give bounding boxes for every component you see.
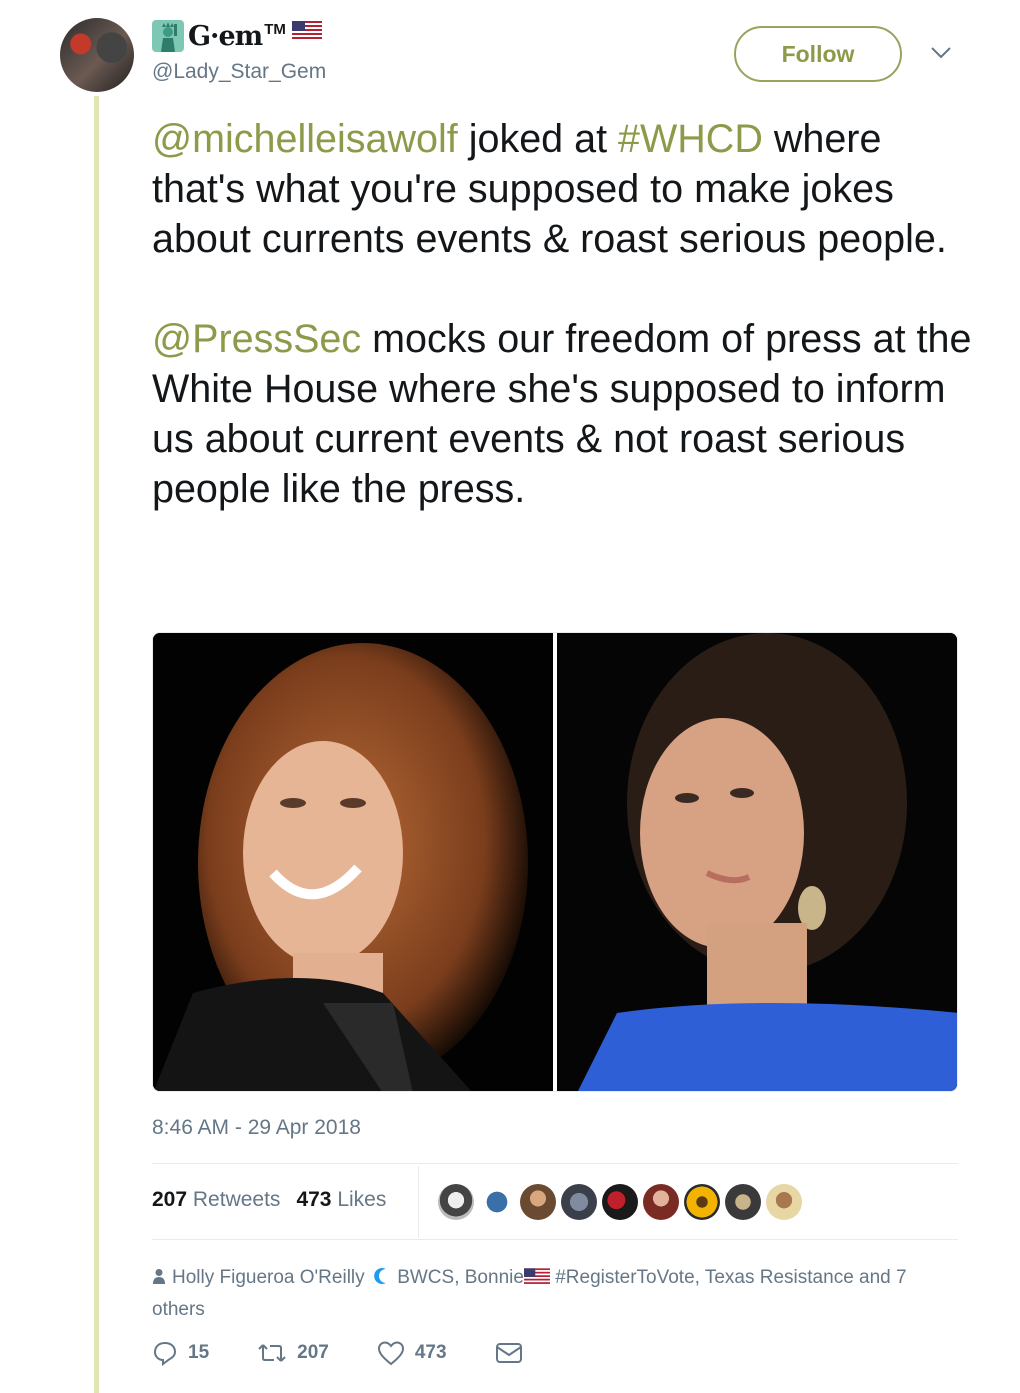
direct-message-button[interactable] xyxy=(495,1342,523,1364)
chevron-down-icon[interactable] xyxy=(930,46,952,60)
tweet-text: @michelleisawolf joked at #WHCD where th… xyxy=(152,114,972,514)
tweet-timestamp[interactable]: 8:46 AM - 29 Apr 2018 xyxy=(152,1116,361,1140)
retweet-icon xyxy=(258,1344,286,1362)
likes-count: 473 xyxy=(296,1188,332,1211)
statue-of-liberty-icon xyxy=(152,20,184,52)
retweets-count: 207 xyxy=(152,1188,188,1211)
reply-button[interactable]: 15 xyxy=(152,1340,209,1366)
retweet-button[interactable]: 207 xyxy=(257,1341,329,1365)
likes-stat[interactable]: 473 Likes xyxy=(296,1188,386,1212)
liker-avatar[interactable] xyxy=(438,1184,474,1220)
tweet-paragraph-1: @michelleisawolf joked at #WHCD where th… xyxy=(152,114,972,264)
liker-avatar[interactable] xyxy=(479,1184,515,1220)
media-grid xyxy=(152,632,958,1092)
liker-avatar[interactable] xyxy=(766,1184,802,1220)
photo-right[interactable] xyxy=(557,633,957,1091)
display-name: G·em xyxy=(188,20,263,52)
liker-avatar[interactable] xyxy=(602,1184,638,1220)
liked-by-context: Holly Figueroa O'Reilly BWCS, Bonnie #Re… xyxy=(152,1262,952,1326)
mention-link[interactable]: @PressSec xyxy=(152,317,361,361)
mention-link[interactable]: @michelleisawolf xyxy=(152,117,458,161)
user-handle[interactable]: @Lady_Star_Gem xyxy=(152,60,326,84)
display-name-row[interactable]: G·em TM xyxy=(152,18,322,54)
thread-line xyxy=(94,96,99,1393)
person-icon xyxy=(153,1269,165,1284)
heart-icon xyxy=(377,1341,404,1366)
reply-count: 15 xyxy=(188,1342,210,1363)
us-flag-icon xyxy=(523,1268,550,1286)
tweet-text-segment: joked at xyxy=(457,117,619,161)
liker-avatar[interactable] xyxy=(520,1184,556,1220)
liker-avatar[interactable] xyxy=(561,1184,597,1220)
retweets-label: Retweets xyxy=(192,1188,281,1211)
crescent-icon xyxy=(374,1268,386,1284)
like-button[interactable]: 473 xyxy=(377,1340,447,1366)
divider xyxy=(152,1163,958,1164)
stats-separator xyxy=(418,1166,419,1238)
trademark-label: TM xyxy=(264,20,286,38)
follow-button[interactable]: Follow xyxy=(734,26,902,82)
retweets-stat[interactable]: 207 Retweets xyxy=(152,1188,280,1212)
hashtag-link[interactable]: #WHCD xyxy=(618,117,763,161)
liker-avatar[interactable] xyxy=(643,1184,679,1220)
envelope-icon xyxy=(495,1343,522,1363)
tweet-stats: 207 Retweets 473 Likes xyxy=(152,1188,386,1212)
retweet-count: 207 xyxy=(297,1342,329,1363)
liker-avatar[interactable] xyxy=(725,1184,761,1220)
tweet-paragraph-2: @PressSec mocks our freedom of press at … xyxy=(152,314,972,514)
liker-name[interactable]: BWCS, Bonnie xyxy=(397,1267,524,1288)
divider xyxy=(152,1239,958,1240)
liker-name[interactable]: Holly Figueroa O'Reilly xyxy=(172,1267,365,1288)
avatar[interactable] xyxy=(60,18,134,92)
photo-left[interactable] xyxy=(153,633,553,1091)
liker-avatars xyxy=(438,1184,802,1220)
likes-label: Likes xyxy=(337,1188,387,1211)
us-flag-icon xyxy=(291,21,322,41)
like-count: 473 xyxy=(414,1342,447,1363)
liker-avatar[interactable] xyxy=(684,1184,720,1220)
reply-icon xyxy=(153,1341,177,1366)
tweet-actions: 15 207 473 xyxy=(152,1340,571,1366)
